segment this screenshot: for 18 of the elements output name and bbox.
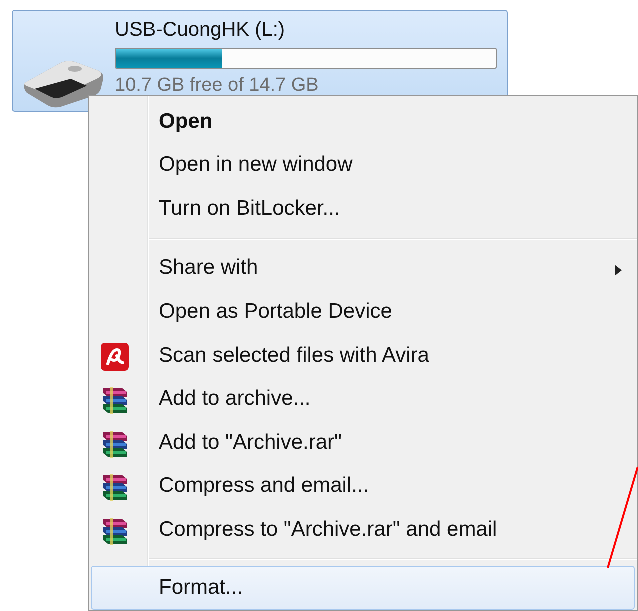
stacked-books-icon [100,472,130,502]
stacked-books-icon [100,516,130,546]
menu-item[interactable]: Add to "Archive.rar" [91,420,635,464]
menu-item[interactable]: Compress to "Archive.rar" and email [91,508,635,552]
submenu-arrow-icon [615,264,622,276]
stacked-books-icon [100,428,130,459]
menu-item[interactable]: Open as Portable Device [91,290,635,334]
free-space-text: 10.7 GB free of 14.7 GB [115,75,320,97]
menu-item[interactable]: Turn on BitLocker... [91,187,635,231]
menu-item[interactable]: Format... [91,566,635,610]
stacked-books-icon [100,385,130,416]
menu-item[interactable]: Scan selected files with Avira [91,334,635,378]
antivirus-logo-icon [100,342,130,372]
drive-name: USB-CuongHK (L:) [115,19,286,42]
menu-item[interactable]: Share with [91,246,635,290]
menu-item[interactable]: Compress and email... [91,464,635,508]
menu-item[interactable]: Open in new window [91,144,635,188]
menu-item[interactable]: Add to archive... [91,377,635,421]
